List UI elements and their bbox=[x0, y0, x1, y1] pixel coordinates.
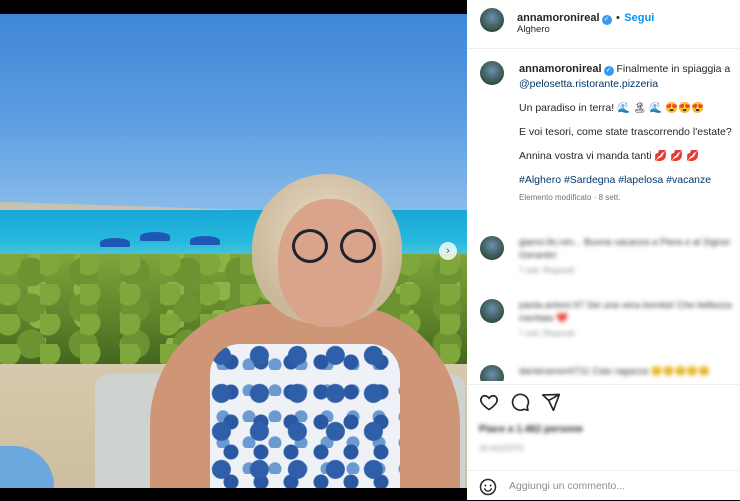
caption-meta: Elemento modificato · 8 sett. bbox=[519, 193, 621, 202]
separator-dot: • bbox=[615, 12, 620, 24]
comment-text: paola.antoni.97 Sei una vera bomba! Che … bbox=[519, 300, 732, 324]
photo-sky bbox=[0, 14, 467, 214]
caption-line-1: Finalmente in spiaggia a bbox=[616, 63, 731, 75]
hashtag-link[interactable]: #vacanze bbox=[666, 174, 711, 186]
caption-mention-link[interactable]: @pelosetta.ristorante.pizzeria bbox=[519, 78, 658, 90]
post-side-panel: annamoronireal ✓ • Segui Alghero annamoro… bbox=[467, 0, 740, 500]
comment-meta[interactable]: 7 sett. Rispondi bbox=[519, 266, 735, 275]
comment-text: gianni.fio.ren... Buona vacanza a Piera … bbox=[519, 237, 731, 261]
caption-line-4: Annina vostra vi manda tanti 💋 💋 💋 bbox=[519, 150, 700, 162]
hashtag-link[interactable]: #Alghero bbox=[519, 174, 561, 186]
comment-avatar[interactable] bbox=[480, 299, 504, 323]
emoji-icon[interactable] bbox=[479, 478, 497, 496]
caption-line-2: Un paradiso in terra! 🌊 🏝 🌊 😍😍😍 bbox=[519, 102, 705, 114]
caption-line-3: E voi tesori, come state trascorrendo l'… bbox=[519, 126, 732, 138]
hashtag-link[interactable]: #lapelosa bbox=[618, 174, 663, 186]
comment-item: paola.antoni.97 Sei una vera bomba! Che … bbox=[479, 297, 735, 341]
hashtag-link[interactable]: #Sardegna bbox=[564, 174, 615, 186]
caption-username[interactable]: annamoronireal bbox=[519, 63, 602, 75]
verified-icon: ✓ bbox=[603, 66, 614, 76]
post-photo[interactable]: › bbox=[0, 14, 467, 488]
post-location[interactable]: Alghero bbox=[517, 24, 550, 35]
photo-woman-dress bbox=[210, 344, 400, 488]
comment-avatar[interactable] bbox=[480, 365, 504, 381]
post-header: annamoronireal ✓ • Segui Alghero bbox=[467, 0, 740, 49]
follow-button[interactable]: Segui bbox=[624, 12, 654, 24]
comment-text: danieramon0711 Ciao ragazza 😊😊😊😊😊 bbox=[519, 366, 710, 377]
comment-avatar[interactable] bbox=[480, 236, 504, 260]
comment-meta[interactable]: 7 sett. Rispondi bbox=[519, 329, 735, 338]
post-actions-bar bbox=[467, 384, 740, 421]
post-caption: annamoronireal ✓ Finalmente in spiaggia a… bbox=[519, 62, 733, 205]
edited-label: Elemento modificato bbox=[519, 193, 592, 202]
post-username[interactable]: annamoronireal bbox=[517, 12, 600, 24]
photo-beach-umbrellas bbox=[40, 222, 240, 258]
photo-glasses bbox=[290, 229, 380, 263]
likes-count[interactable]: Piace a 1.462 persone bbox=[479, 424, 583, 435]
caption-age: 8 sett. bbox=[598, 193, 621, 202]
share-icon[interactable] bbox=[541, 392, 561, 412]
add-comment-input[interactable] bbox=[509, 480, 709, 492]
post-date: 26 AGOSTO bbox=[479, 444, 524, 453]
comment-item: gianni.fio.ren... Buona vacanza a Piera … bbox=[479, 234, 735, 278]
next-arrow-icon[interactable]: › bbox=[439, 242, 457, 260]
comment-item: danieramon0711 Ciao ragazza 😊😊😊😊😊 bbox=[479, 361, 735, 381]
heart-icon[interactable] bbox=[479, 392, 499, 412]
avatar[interactable] bbox=[480, 8, 504, 32]
photo-woman-face bbox=[278, 199, 382, 327]
verified-icon: ✓ bbox=[601, 15, 612, 25]
comment-icon[interactable] bbox=[510, 392, 530, 412]
caption-avatar[interactable] bbox=[480, 61, 504, 85]
